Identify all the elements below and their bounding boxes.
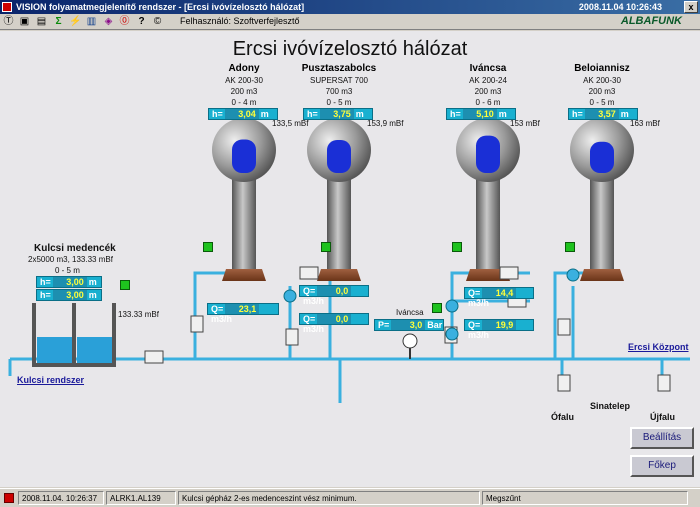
- tower-elevation: 153,9 mBf: [367, 119, 404, 128]
- reservoir-level-1: h= 3,00 m: [36, 276, 102, 288]
- status-led: [565, 242, 575, 252]
- place-ofalu: Ófalu: [551, 412, 575, 422]
- tower-level-readout: h= 3,57 m: [568, 108, 638, 120]
- tools-icon[interactable]: ◈: [103, 16, 114, 27]
- tower-range: 0 - 5 m: [326, 98, 352, 107]
- pressure-readout: P= 3,0 Bar: [374, 319, 444, 331]
- place-sinatelep: Sinatelep: [590, 401, 631, 411]
- flow-readout: Q= 14,4m3/h: [464, 287, 534, 308]
- window-clock: 2008.11.04 10:26:43: [578, 2, 662, 12]
- status-led: [321, 242, 331, 252]
- tower-model: SUPERSAT 700: [310, 76, 368, 85]
- tower-level-adony: [232, 139, 256, 173]
- pressure-site: Iváncsa: [396, 308, 424, 317]
- alarm-code: ALRK1.AL139: [106, 491, 176, 505]
- tower-pusztaszabolcs: [307, 118, 371, 281]
- flow-readout: Q= 19,9m3/h: [464, 319, 534, 340]
- alarm-time: 2008.11.04. 10:26:37: [18, 491, 104, 505]
- alarm-message: Kulcsi gépház 2-es medenceszint vész min…: [178, 491, 480, 505]
- tower-level-beloiannisz: [590, 141, 614, 173]
- app-icon: [2, 2, 12, 12]
- tower-name: Pusztaszabolcs: [301, 63, 377, 74]
- link-kulcsi-rendszer[interactable]: Kulcsi rendszer: [17, 375, 84, 385]
- tower-level-readout: h= 3,04 m: [208, 108, 278, 120]
- alarm-icon: [4, 493, 14, 503]
- brand-logo: ALBAFUNK: [620, 15, 682, 27]
- status-led: [432, 303, 442, 313]
- tower-adony: [212, 118, 276, 281]
- tower-level-ivancsa: [476, 135, 500, 173]
- reservoir-elevation: 133.33 mBf: [118, 310, 159, 319]
- flow-readout: Q= 0,0m3/h: [299, 313, 369, 334]
- user-label: Felhasználó: Szoftverfejlesztő: [180, 16, 300, 26]
- link-ercsi-kozpont[interactable]: Ercsi Központ: [628, 342, 689, 352]
- tower-elevation: 163 mBf: [630, 119, 660, 128]
- home-icon[interactable]: Ⓣ: [3, 16, 14, 27]
- reservoir-spec: 2x5000 m3, 133.33 mBf: [28, 255, 113, 264]
- reservoir-basins: [32, 303, 116, 367]
- process-canvas: Ercsi ivóvízelosztó hálózat Adony AK 200…: [0, 31, 700, 487]
- tower-elevation: 153 mBf: [510, 119, 540, 128]
- status-led: [452, 242, 462, 252]
- tower-range: 0 - 6 m: [475, 98, 501, 107]
- window-title: VISION folyamatmegjelenítő rendszer - [E…: [16, 2, 305, 12]
- status-bar: 2008.11.04. 10:26:37 ALRK1.AL139 Kulcsi …: [0, 488, 700, 507]
- tower-volume: 200 m3: [588, 87, 616, 96]
- main-screen-button[interactable]: Főkep: [630, 455, 694, 477]
- tower-name: Beloiannisz: [574, 63, 630, 74]
- tower-model: AK 200-30: [583, 76, 621, 85]
- tower-model: AK 200-24: [469, 76, 507, 85]
- tower-name: Iváncsa: [469, 63, 507, 74]
- tower-volume: 200 m3: [474, 87, 502, 96]
- tower-model: AK 200-30: [225, 76, 263, 85]
- place-ujfalu: Újfalu: [650, 412, 676, 422]
- settings-button[interactable]: Beállítás: [630, 427, 694, 449]
- tower-beloiannisz: [570, 118, 634, 281]
- tower-ivancsa: [456, 118, 520, 281]
- tower-name: Adony: [228, 63, 260, 74]
- status-led: [203, 242, 213, 252]
- flow-readout: Q= 0,0m3/h: [299, 285, 369, 306]
- reservoir-level-2: h= 3,00 m: [36, 289, 102, 301]
- flow-readout: Q= 23,1m3/h: [207, 303, 279, 324]
- close-button[interactable]: x: [684, 1, 698, 13]
- sum-icon[interactable]: Σ: [53, 16, 64, 27]
- report-icon[interactable]: ▤: [36, 16, 47, 27]
- pressure-gauge: [402, 333, 418, 359]
- reservoir-name: Kulcsi medencék: [34, 243, 116, 254]
- tower-level-readout: h= 3,75 m: [303, 108, 373, 120]
- toolbar: Ⓣ ▣ ▤ Σ ⚡ ▥ ◈ ⓪ ? © Felhasználó: Szoftve…: [0, 14, 700, 30]
- title-bar: VISION folyamatmegjelenítő rendszer - [E…: [0, 0, 700, 14]
- alarm-state: Megszűnt: [482, 491, 688, 505]
- tower-range: 0 - 5 m: [589, 98, 615, 107]
- tower-elevation: 133,5 mBf: [272, 119, 309, 128]
- tower-range: 0 - 4 m: [231, 98, 257, 107]
- tower-level-readout: h= 5,10 m: [446, 108, 516, 120]
- lightning-icon[interactable]: ⚡: [69, 16, 81, 27]
- tower-level-pusztaszabolcs: [327, 140, 351, 173]
- tower-volume: 700 m3: [325, 87, 353, 96]
- about-icon[interactable]: ©: [152, 16, 163, 27]
- status-led: [120, 280, 130, 290]
- print-icon[interactable]: ▣: [19, 16, 30, 27]
- save-icon[interactable]: ▥: [86, 16, 97, 27]
- help-icon[interactable]: ?: [136, 16, 147, 27]
- stop-icon[interactable]: ⓪: [119, 16, 130, 27]
- tower-volume: 200 m3: [230, 87, 258, 96]
- reservoir-range: 0 - 5 m: [55, 266, 80, 275]
